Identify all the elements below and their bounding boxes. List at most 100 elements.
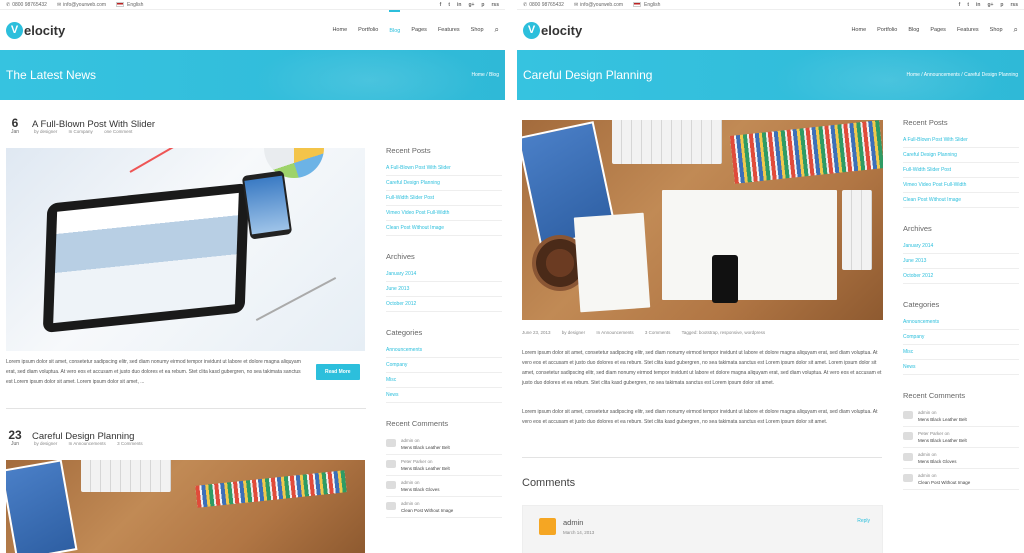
nav-features[interactable]: Features [957, 10, 979, 50]
phone-number: 0800 98765432 [12, 1, 47, 8]
social-links: f t in g+ p rss [959, 2, 1018, 8]
recent-post-link[interactable]: Clean Post Without Image [903, 193, 1019, 208]
recent-comment[interactable]: Peter Parker on Mens Black Leather Belt [386, 455, 502, 476]
site-header: Velocity Home Portfolio Blog Pages Featu… [0, 10, 505, 50]
post-featured-image[interactable] [6, 148, 365, 351]
recent-comment[interactable]: admin on Mens Black Gloves [903, 448, 1019, 469]
comment-bubble-icon [903, 432, 913, 440]
recent-post-link[interactable]: Careful Design Planning [903, 148, 1019, 163]
phone-icon: ✆ [6, 1, 11, 8]
recent-comment[interactable]: Peter Parker on Mens Black Leather Belt [903, 427, 1019, 448]
category-link[interactable]: Announcements [903, 315, 1019, 330]
pinterest-icon[interactable]: p [481, 2, 484, 8]
sidebar: Recent Posts A Full-Blown Post With Slid… [386, 146, 502, 534]
recent-comment[interactable]: admin on Clean Post Without Image [386, 497, 502, 518]
email-link[interactable]: info@yourweb.com [63, 2, 106, 8]
archive-link[interactable]: January 2014 [903, 239, 1019, 254]
us-flag-icon [116, 1, 125, 7]
language-selector[interactable]: English [633, 2, 660, 8]
phone-icon: ✆ [523, 1, 528, 8]
category-link[interactable]: Misc [903, 345, 1019, 360]
rss-icon[interactable]: rss [1010, 2, 1018, 8]
site-logo[interactable]: Velocity [523, 21, 582, 39]
recent-post-link[interactable]: Clean Post Without Image [386, 221, 502, 236]
recent-comment[interactable]: admin on Mens Black Leather Belt [903, 406, 1019, 427]
read-more-button[interactable]: Read More [316, 364, 360, 380]
site-logo[interactable]: Velocity [6, 21, 65, 39]
post-date: 6 [11, 116, 19, 130]
archive-link[interactable]: October 2012 [903, 269, 1019, 284]
nav-pages[interactable]: Pages [930, 10, 946, 50]
archives-widget: Archives January 2014 June 2013 October … [903, 224, 1019, 284]
category-link[interactable]: Announcements [386, 343, 502, 358]
books-graphic [729, 120, 883, 184]
post-2-image[interactable] [6, 460, 365, 553]
recent-post-link[interactable]: A Full-Blown Post With Slider [903, 133, 1019, 148]
recent-post-link[interactable]: Careful Design Planning [386, 176, 502, 191]
comment-box: admin March 14, 2013 Reply [522, 505, 883, 553]
twitter-icon[interactable]: t [967, 2, 969, 8]
books-graphic [195, 470, 347, 508]
nav-blog[interactable]: Blog [389, 10, 401, 50]
post-excerpt: Lorem ipsum dolor sit amet, consetetur s… [6, 359, 301, 385]
post-meta: June 23, 2013 by designer In Announcemen… [522, 330, 766, 335]
nav-shop[interactable]: Shop [471, 10, 484, 50]
search-icon[interactable]: ⌕ [495, 10, 499, 50]
social-links: f t in g+ p rss [440, 2, 499, 8]
linkedin-icon[interactable]: in [976, 2, 980, 8]
tablet-graphic [42, 182, 250, 334]
recent-post-link[interactable]: Full-Width Slider Post [386, 191, 502, 206]
phone-graphic [241, 170, 293, 240]
language-selector[interactable]: English [116, 2, 143, 8]
twitter-icon[interactable]: t [448, 2, 450, 8]
category-link[interactable]: Company [386, 358, 502, 373]
recent-comment[interactable]: admin on Mens Black Gloves [386, 476, 502, 497]
reply-link[interactable]: Reply [857, 518, 870, 524]
category-link[interactable]: News [386, 388, 502, 403]
recent-post-link[interactable]: Vimeo Video Post Full-Width [386, 206, 502, 221]
post-body-paragraph: Lorem ipsum dolor sit amet, consetetur s… [522, 350, 882, 386]
nav-pages[interactable]: Pages [411, 10, 427, 50]
breadcrumb[interactable]: Home / Blog [471, 72, 499, 78]
googleplus-icon[interactable]: g+ [468, 2, 474, 8]
email-link[interactable]: info@yourweb.com [580, 2, 623, 8]
facebook-icon[interactable]: f [959, 2, 961, 8]
phone-number: 0800 98765432 [529, 1, 564, 8]
recent-post-link[interactable]: Vimeo Video Post Full-Width [903, 178, 1019, 193]
nav-features[interactable]: Features [438, 10, 460, 50]
breadcrumb[interactable]: Home / Announcements / Careful Design Pl… [907, 72, 1018, 78]
iphone-graphic [712, 255, 738, 303]
post-featured-image[interactable] [522, 120, 883, 320]
recent-comments-widget: Recent Comments admin on Mens Black Leath… [386, 419, 502, 518]
recent-post-link[interactable]: A Full-Blown Post With Slider [386, 161, 502, 176]
page-title: The Latest News [6, 68, 97, 82]
archive-link[interactable]: June 2013 [386, 282, 502, 297]
nav-home[interactable]: Home [332, 10, 347, 50]
archive-link[interactable]: October 2012 [386, 297, 502, 312]
comment-bubble-icon [386, 439, 396, 447]
post-body-paragraph: Lorem ipsum dolor sit amet, consetetur s… [522, 409, 878, 425]
nav-portfolio[interactable]: Portfolio [358, 10, 378, 50]
googleplus-icon[interactable]: g+ [987, 2, 993, 8]
linkedin-icon[interactable]: in [457, 2, 461, 8]
nav-home[interactable]: Home [851, 10, 866, 50]
recent-comment[interactable]: admin on Mens Black Leather Belt [386, 434, 502, 455]
facebook-icon[interactable]: f [440, 2, 442, 8]
nav-portfolio[interactable]: Portfolio [877, 10, 897, 50]
nav-blog[interactable]: Blog [908, 10, 919, 50]
category-link[interactable]: Misc [386, 373, 502, 388]
category-link[interactable]: News [903, 360, 1019, 375]
comment-bubble-icon [903, 411, 913, 419]
open-magazine-graphic [662, 190, 837, 300]
recent-comment[interactable]: admin on Clean Post Without Image [903, 469, 1019, 490]
post-header: 6 A Full-Blown Post With Slider [6, 116, 366, 130]
archive-link[interactable]: June 2013 [903, 254, 1019, 269]
rss-icon[interactable]: rss [491, 2, 499, 8]
search-icon[interactable]: ⌕ [1014, 10, 1018, 50]
archive-link[interactable]: January 2014 [386, 267, 502, 282]
category-link[interactable]: Company [903, 330, 1019, 345]
blog-post-list: 6 A Full-Blown Post With Slider Jan by d… [6, 116, 366, 135]
nav-shop[interactable]: Shop [990, 10, 1003, 50]
recent-post-link[interactable]: Full-Width Slider Post [903, 163, 1019, 178]
pinterest-icon[interactable]: p [1000, 2, 1003, 8]
